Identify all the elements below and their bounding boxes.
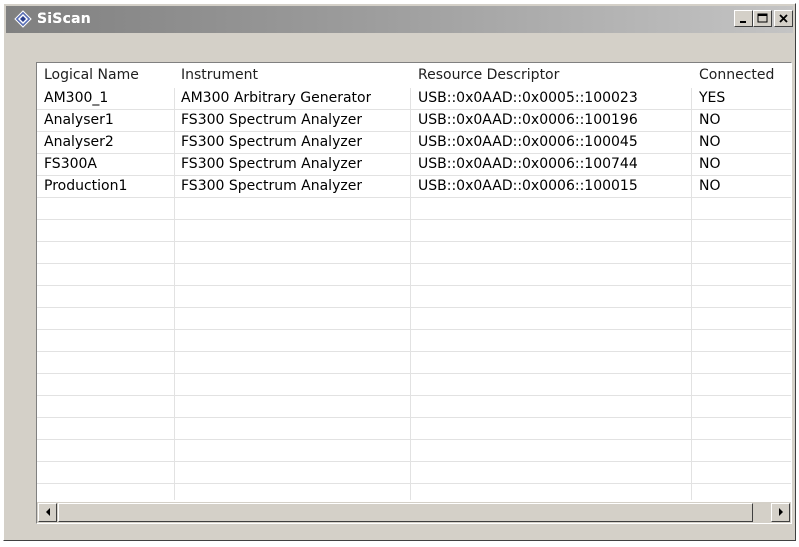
arrow-left-icon	[46, 508, 50, 516]
scroll-right-button[interactable]	[771, 503, 790, 522]
empty-row	[37, 198, 791, 220]
empty-row	[37, 264, 791, 286]
list-header: Logical Name Instrument Resource Descrip…	[37, 63, 791, 88]
table-row[interactable]: FS300A FS300 Spectrum Analyzer USB::0x0A…	[37, 154, 791, 176]
empty-row	[37, 374, 791, 396]
horizontal-scrollbar[interactable]	[37, 502, 791, 523]
instrument-list[interactable]: Logical Name Instrument Resource Descrip…	[36, 62, 792, 524]
cell-connected: YES	[699, 90, 726, 106]
cell-connected: NO	[699, 134, 721, 150]
cell-instrument: AM300 Arbitrary Generator	[181, 90, 372, 106]
cell-connected: NO	[699, 156, 721, 172]
cell-logical-name: Production1	[44, 178, 128, 194]
cell-logical-name: AM300_1	[44, 90, 109, 106]
cell-logical-name: FS300A	[44, 156, 97, 172]
window-title: SiScan	[37, 11, 91, 27]
empty-row	[37, 308, 791, 330]
cell-instrument: FS300 Spectrum Analyzer	[181, 178, 363, 194]
minimize-button[interactable]	[734, 10, 753, 27]
empty-row	[37, 396, 791, 418]
cell-instrument: FS300 Spectrum Analyzer	[181, 112, 363, 128]
list-body: AM300_1 AM300 Arbitrary Generator USB::0…	[37, 88, 791, 506]
empty-row	[37, 220, 791, 242]
empty-row	[37, 286, 791, 308]
empty-row	[37, 418, 791, 440]
table-row[interactable]: Production1 FS300 Spectrum Analyzer USB:…	[37, 176, 791, 198]
column-header-logical-name[interactable]: Logical Name	[44, 63, 174, 88]
title-bar[interactable]: SiScan	[6, 6, 793, 33]
cell-connected: NO	[699, 178, 721, 194]
cell-resource-descriptor: USB::0x0AAD::0x0005::100023	[418, 90, 638, 106]
empty-row	[37, 330, 791, 352]
empty-row	[37, 352, 791, 374]
cell-resource-descriptor: USB::0x0AAD::0x0006::100015	[418, 178, 638, 194]
cell-instrument: FS300 Spectrum Analyzer	[181, 134, 363, 150]
column-header-resource-descriptor[interactable]: Resource Descriptor	[418, 63, 688, 88]
maximize-button[interactable]	[753, 10, 772, 27]
arrow-right-icon	[779, 508, 783, 516]
empty-row	[37, 462, 791, 484]
caption-buttons	[734, 10, 793, 27]
scroll-left-button[interactable]	[38, 503, 57, 522]
minimize-icon	[740, 21, 746, 23]
cell-resource-descriptor: USB::0x0AAD::0x0006::100045	[418, 134, 638, 150]
maximize-icon	[757, 13, 768, 23]
scroll-thumb[interactable]	[58, 503, 753, 522]
cell-connected: NO	[699, 112, 721, 128]
cell-instrument: FS300 Spectrum Analyzer	[181, 156, 363, 172]
table-row[interactable]: Analyser1 FS300 Spectrum Analyzer USB::0…	[37, 110, 791, 132]
column-header-connected[interactable]: Connected	[699, 63, 791, 88]
cell-resource-descriptor: USB::0x0AAD::0x0006::100744	[418, 156, 638, 172]
close-icon	[779, 14, 788, 23]
close-button[interactable]	[774, 10, 793, 27]
cell-logical-name: Analyser2	[44, 134, 114, 150]
siscan-window: SiScan Logical Name Instrument Resource …	[3, 3, 796, 541]
column-header-instrument[interactable]: Instrument	[181, 63, 411, 88]
siscan-app-icon[interactable]	[14, 10, 32, 28]
empty-row	[37, 242, 791, 264]
cell-logical-name: Analyser1	[44, 112, 114, 128]
table-row[interactable]: AM300_1 AM300 Arbitrary Generator USB::0…	[37, 88, 791, 110]
cell-resource-descriptor: USB::0x0AAD::0x0006::100196	[418, 112, 638, 128]
table-row[interactable]: Analyser2 FS300 Spectrum Analyzer USB::0…	[37, 132, 791, 154]
empty-row	[37, 440, 791, 462]
